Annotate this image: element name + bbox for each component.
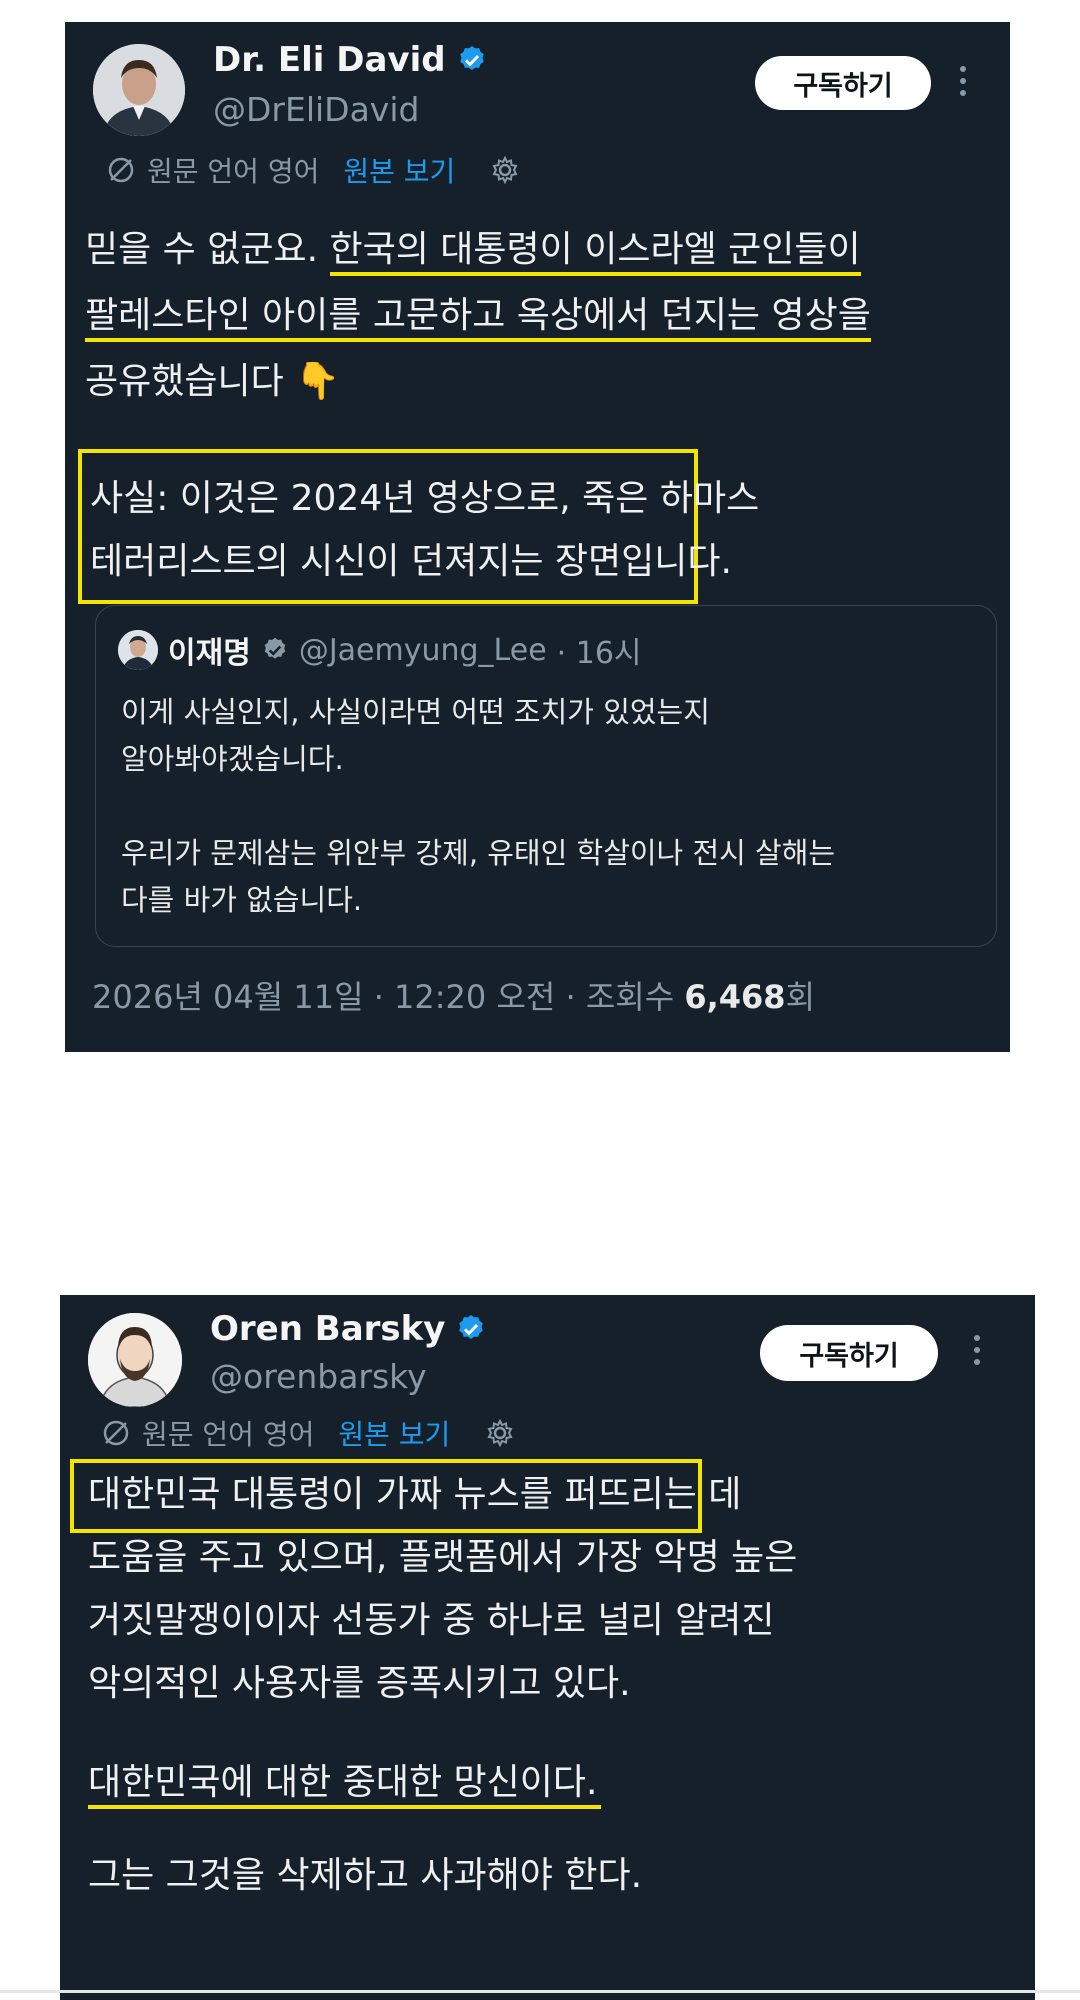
view-count: 6,468 (684, 978, 786, 1016)
fact-line-1: 사실: 이것은 2024년 영상으로, 죽은 하마스 (90, 478, 760, 519)
translation-bar: 원문 언어 영어 원본 보기 (100, 1413, 516, 1453)
author-avatar[interactable] (88, 1313, 182, 1407)
fact-text: 사실: 이것은 2024년 영상으로, 죽은 하마스 테러리스트의 시신이 던져… (90, 467, 759, 593)
more-options-icon[interactable] (958, 66, 968, 96)
verified-badge-icon (264, 637, 286, 659)
tweet-timestamp[interactable]: 2026년 04월 11일 · 12:20 오전 · 조회수 (92, 978, 684, 1016)
author-name-row[interactable]: Oren Barsky (210, 1309, 487, 1349)
translate-note: 원문 언어 영어 (142, 1418, 315, 1451)
quoted-tweet[interactable]: 이재명 @Jaemyung_Lee · 16시 이게 사실인지, 사실이라면 어… (95, 605, 997, 947)
tweet-body: 대한민국 대통령이 가짜 뉴스를 퍼뜨리는 데 도움을 주고 있으며, 플랫폼에… (88, 1463, 797, 1907)
subscribe-button[interactable]: 구독하기 (760, 1325, 938, 1381)
quoted-author-name[interactable]: 이재명 (168, 628, 251, 672)
author-name-row[interactable]: Dr. Eli David (213, 40, 488, 80)
body-line-5-underlined: 대한민국에 대한 중대한 망신이다. (88, 1762, 602, 1809)
translation-bar: 원문 언어 영어 원본 보기 (105, 150, 521, 190)
tweet-body: 믿을 수 없군요. 한국의 대통령이 이스라엘 군인들이 팔레스타인 아이를 고… (85, 217, 871, 415)
body-line-6: 그는 그것을 삭제하고 사과해야 한다. (88, 1855, 643, 1896)
view-original-link[interactable]: 원본 보기 (338, 1413, 450, 1453)
subscribe-button[interactable]: 구독하기 (755, 56, 931, 110)
author-name[interactable]: Dr. Eli David (213, 40, 446, 80)
author-name[interactable]: Oren Barsky (210, 1309, 445, 1349)
translate-note: 원문 언어 영어 (147, 155, 320, 188)
body-line-1: 대한민국 대통령이 가짜 뉴스를 퍼뜨리는 데 (88, 1474, 742, 1515)
quoted-tweet-header: 이재명 @Jaemyung_Lee · 16시 (118, 628, 642, 672)
quoted-line-2: 알아봐야겠습니다. (121, 742, 344, 776)
body-line-1-underlined: 한국의 대통령이 이스라엘 군인들이 (329, 229, 861, 276)
body-line-2-underlined: 팔레스타인 아이를 고문하고 옥상에서 던지는 영상을 (85, 295, 871, 342)
author-avatar[interactable] (93, 44, 185, 136)
tweet-card-eli-david: Dr. Eli David @DrEliDavid 구독하기 원문 언어 영어 … (65, 22, 1010, 1052)
body-line-3: 공유했습니다 👇 (85, 361, 340, 402)
author-handle[interactable]: @DrEliDavid (213, 90, 419, 129)
quoted-line-3: 우리가 문제삼는 위안부 강제, 유태인 학살이나 전시 살해는 (121, 836, 836, 870)
settings-gear-icon[interactable] (484, 1417, 516, 1449)
tweet-meta: 2026년 04월 11일 · 12:20 오전 · 조회수 6,468회 (92, 972, 815, 1018)
view-suffix: 회 (785, 978, 816, 1016)
body-line-1a: 믿을 수 없군요. (85, 229, 330, 270)
quoted-body: 이게 사실인지, 사실이라면 어떤 조치가 있었는지 알아봐야겠습니다. 우리가… (121, 689, 835, 924)
settings-gear-icon[interactable] (489, 154, 521, 186)
quoted-time: · 16시 (556, 636, 642, 671)
body-line-4: 악의적인 사용자를 증폭시키고 있다. (88, 1663, 631, 1704)
author-handle[interactable]: @orenbarsky (210, 1357, 427, 1396)
fact-line-2: 테러리스트의 시신이 던져지는 장면입니다. (90, 541, 732, 582)
body-line-2: 도움을 주고 있으며, 플랫폼에서 가장 악명 높은 (88, 1537, 798, 1578)
more-options-icon[interactable] (972, 1335, 982, 1365)
quoted-author-avatar[interactable] (118, 630, 158, 670)
translate-icon (103, 1420, 129, 1446)
verified-badge-icon (459, 1315, 484, 1339)
quoted-author-handle[interactable]: @Jaemyung_Lee (299, 633, 547, 668)
translate-icon (108, 157, 134, 183)
quoted-line-1: 이게 사실인지, 사실이라면 어떤 조치가 있었는지 (121, 695, 710, 729)
body-line-3: 거짓말쟁이이자 선동가 중 하나로 널리 알려진 (88, 1600, 775, 1641)
quoted-line-4: 다를 바가 없습니다. (121, 883, 363, 917)
tweet-card-oren-barsky: Oren Barsky @orenbarsky 구독하기 원문 언어 영어 원본… (60, 1295, 1035, 2000)
verified-badge-icon (459, 46, 484, 70)
view-original-link[interactable]: 원본 보기 (343, 150, 455, 190)
